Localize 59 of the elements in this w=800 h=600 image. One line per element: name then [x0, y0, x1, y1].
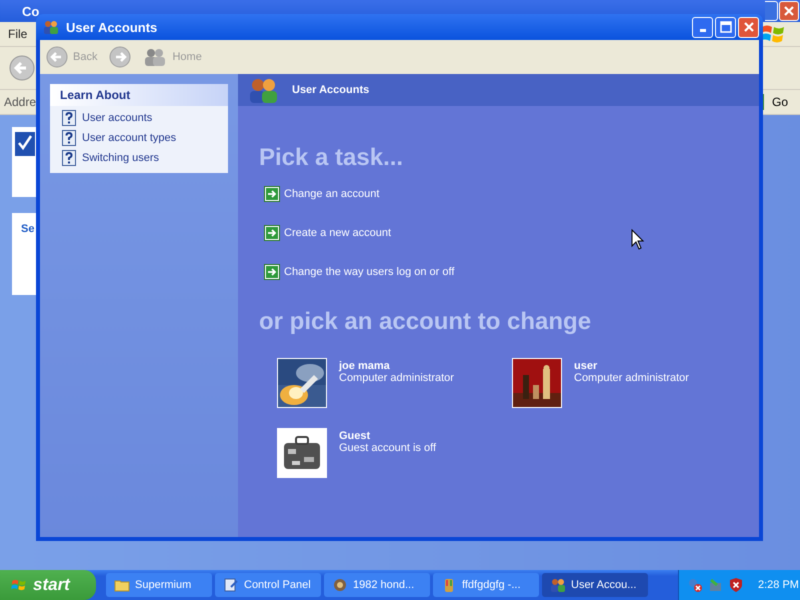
taskbar-button[interactable]: ffdfgdgfg -...	[433, 573, 539, 597]
help-link[interactable]: User accounts	[82, 112, 152, 124]
users-icon	[248, 76, 280, 104]
help-link[interactable]: User account types	[82, 132, 176, 144]
minimize-icon	[700, 28, 706, 32]
shield-icon	[729, 577, 743, 593]
arrow-icon	[264, 225, 280, 241]
taskbar-button[interactable]: User Accou...	[542, 573, 648, 597]
close-button[interactable]	[738, 16, 759, 38]
header-title: User Accounts	[292, 84, 370, 96]
address-label: Addre	[4, 95, 36, 109]
arrow-icon	[264, 186, 280, 202]
panel-heading: Learn About	[50, 84, 228, 106]
task-link[interactable]: Change the way users log on or off	[284, 266, 454, 278]
users-icon	[143, 47, 168, 67]
cursor-icon	[631, 229, 645, 251]
account-name: user	[574, 360, 598, 372]
computer-icon	[708, 577, 724, 593]
section-heading: Pick a task...	[259, 144, 404, 172]
users-icon	[42, 19, 60, 35]
close-icon	[742, 21, 754, 33]
taskbar-button[interactable]: Supermium	[106, 573, 212, 597]
control-panel-icon	[223, 577, 239, 593]
home-button[interactable]: Home	[143, 47, 202, 67]
maximize-icon	[720, 21, 732, 33]
account-type: Computer administrator	[339, 372, 454, 384]
task-link[interactable]: Change an account	[284, 188, 380, 200]
arrow-icon	[264, 264, 280, 280]
app-icon	[332, 577, 348, 593]
window-title: User Accounts	[66, 20, 158, 34]
account-tile[interactable]: Guest Guest account is off	[277, 428, 512, 478]
close-icon	[783, 5, 795, 17]
menu-item[interactable]: File	[8, 27, 28, 41]
help-icon	[62, 110, 76, 126]
window-title: Co	[22, 4, 40, 18]
start-button[interactable]: start	[0, 570, 96, 600]
account-tile[interactable]: user Computer administrator	[512, 358, 712, 408]
restore-button[interactable]	[765, 1, 778, 21]
minimize-button[interactable]	[692, 16, 713, 38]
back-button[interactable]: Back	[46, 46, 98, 68]
clock: 2:28 PM	[758, 579, 799, 591]
back-icon[interactable]	[8, 54, 36, 82]
account-type: Computer administrator	[574, 372, 689, 384]
account-tile[interactable]: joe mama Computer administrator	[277, 358, 512, 408]
help-link[interactable]: Switching users	[82, 152, 160, 164]
account-name: Guest	[339, 430, 372, 442]
panel-heading: Se	[21, 223, 34, 235]
close-button[interactable]	[779, 1, 799, 21]
network-icon	[687, 577, 703, 593]
help-icon	[62, 130, 76, 146]
users-icon	[550, 577, 566, 593]
maximize-button[interactable]	[715, 16, 736, 38]
taskbar-button[interactable]: Control Panel	[215, 573, 321, 597]
task-link[interactable]: Create a new account	[284, 227, 392, 239]
account-name: joe mama	[339, 360, 391, 372]
help-icon	[62, 150, 76, 166]
taskbar-button[interactable]: 1982 hond...	[324, 573, 430, 597]
section-heading: or pick an account to change	[259, 308, 592, 336]
account-type: Guest account is off	[339, 442, 436, 454]
